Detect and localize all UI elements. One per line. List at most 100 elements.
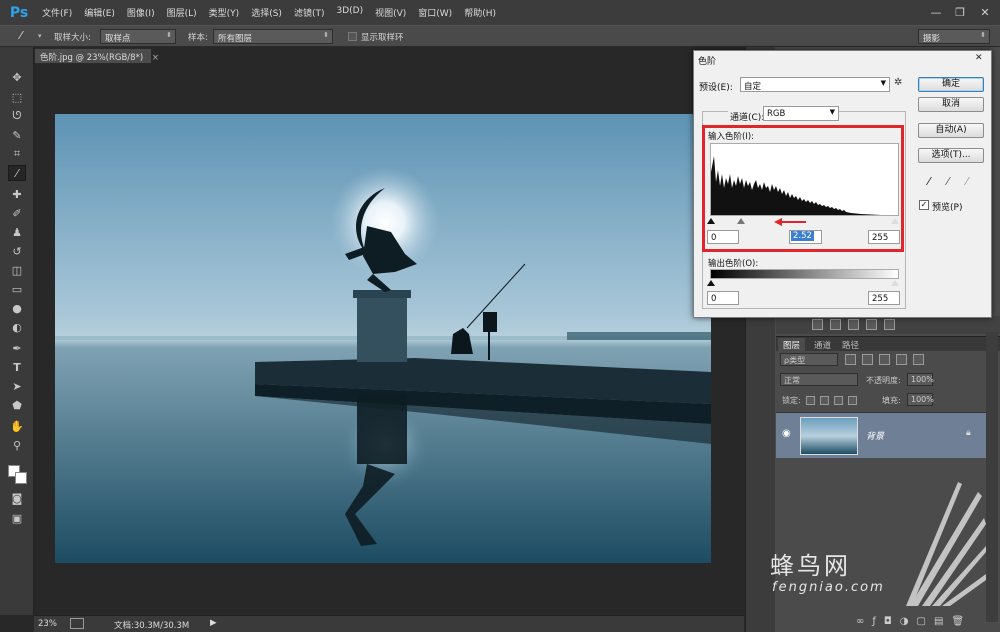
white-point-eyedropper-icon[interactable]: ⁄ — [966, 175, 968, 188]
filter-shape-icon[interactable] — [896, 354, 907, 365]
history-brush-tool-icon[interactable]: ↺ — [8, 243, 26, 259]
zoom-level[interactable]: 23% — [38, 619, 57, 629]
preset-select[interactable]: 自定 ▼ — [740, 77, 890, 92]
move-tool-icon[interactable]: ✥ — [8, 69, 26, 85]
background-color-swatch[interactable] — [15, 472, 27, 484]
menu-item-6[interactable]: 滤镜(T) — [288, 6, 331, 19]
tool-preset-chevron-icon[interactable]: ▾ — [38, 32, 42, 40]
output-white-slider[interactable] — [891, 280, 899, 286]
brush-tool-icon[interactable]: ✐ — [8, 205, 26, 221]
type-tool-icon[interactable]: T — [8, 359, 26, 375]
gray-point-eyedropper-icon[interactable]: ⁄ — [947, 175, 949, 188]
link-layers-icon[interactable]: ∞ — [856, 616, 864, 627]
shape-tool-icon[interactable]: ⬟ — [8, 397, 26, 413]
healing-brush-tool-icon[interactable]: ✚ — [8, 186, 26, 202]
filter-type-icon[interactable] — [879, 354, 890, 365]
tab-layers[interactable]: 图层 — [778, 338, 806, 352]
gradient-tool-icon[interactable]: ▭ — [8, 281, 26, 297]
eyedropper-icon[interactable]: ⁄ — [20, 29, 22, 42]
close-tab-icon[interactable]: × — [152, 53, 159, 63]
preset-options-gear-icon[interactable]: ✲ — [894, 77, 902, 88]
eyedropper-tool-icon[interactable]: ⁄ — [8, 165, 26, 181]
lock-transparent-icon[interactable] — [806, 396, 815, 405]
layer-filter-select[interactable]: ρ类型 — [780, 353, 838, 366]
blur-tool-icon[interactable]: ● — [8, 300, 26, 316]
layer-row-background[interactable]: ◉ 背景 🔒︎ — [776, 412, 986, 458]
proof-icon[interactable] — [70, 618, 84, 629]
menu-item-5[interactable]: 选择(S) — [245, 6, 288, 19]
output-white-field[interactable]: 255 — [868, 291, 900, 305]
dialog-close-icon[interactable]: ✕ — [975, 53, 983, 63]
path-select-tool-icon[interactable]: ➤ — [8, 378, 26, 394]
filter-smart-icon[interactable] — [913, 354, 924, 365]
ok-button[interactable]: 确定 — [918, 77, 984, 92]
options-button[interactable]: 选项(T)... — [918, 148, 984, 163]
dodge-tool-icon[interactable]: ◐ — [8, 319, 26, 335]
tab-channels[interactable]: 通道 — [810, 339, 835, 351]
opacity-input[interactable]: 100% — [907, 373, 934, 386]
filter-pixel-icon[interactable] — [845, 354, 856, 365]
quick-select-tool-icon[interactable]: ✎ — [8, 127, 26, 143]
adjustment-icon[interactable] — [830, 319, 841, 330]
lock-position-icon[interactable] — [834, 396, 843, 405]
input-white-field[interactable]: 255 — [868, 230, 900, 244]
input-gamma-field[interactable]: 2.52 — [789, 230, 822, 244]
marquee-tool-icon[interactable]: ⬚ — [8, 89, 26, 105]
adjustment-icon[interactable] — [884, 319, 895, 330]
document-tab[interactable]: 色阶.jpg @ 23%(RGB/8*) × — [34, 48, 159, 64]
adjustment-icon[interactable] — [812, 319, 823, 330]
blend-mode-select[interactable]: 正常 — [780, 373, 858, 386]
fill-input[interactable]: 100% — [907, 393, 934, 406]
pen-tool-icon[interactable]: ✒ — [8, 340, 26, 356]
input-black-field[interactable]: 0 — [707, 230, 739, 244]
zoom-tool-icon[interactable]: ⚲ — [8, 437, 26, 453]
sample-size-select[interactable]: 取样点 ⬍ — [100, 29, 176, 44]
output-black-slider[interactable] — [707, 280, 715, 286]
menu-item-8[interactable]: 视图(V) — [369, 6, 412, 19]
show-ring-checkbox[interactable] — [348, 32, 357, 41]
menu-item-10[interactable]: 帮助(H) — [458, 6, 502, 19]
menu-item-0[interactable]: 文件(F) — [36, 6, 78, 19]
menu-item-9[interactable]: 窗口(W) — [412, 6, 458, 19]
tab-paths[interactable]: 路径 — [838, 339, 863, 351]
output-black-field[interactable]: 0 — [707, 291, 739, 305]
lock-all-icon[interactable] — [848, 396, 857, 405]
adjustment-icon[interactable] — [848, 319, 859, 330]
clone-stamp-tool-icon[interactable]: ♟ — [8, 224, 26, 240]
workspace-select[interactable]: 摄影 ⬍ — [918, 29, 990, 44]
menu-item-7[interactable]: 3D(D) — [330, 6, 369, 19]
adjustment-icon[interactable] — [866, 319, 877, 330]
lasso-tool-icon[interactable]: ᘎ — [8, 108, 26, 124]
screen-mode-icon[interactable]: ▣ — [8, 510, 26, 526]
menu-item-3[interactable]: 图层(L) — [161, 6, 203, 19]
restore-icon[interactable]: ❐ — [947, 0, 973, 25]
channel-select[interactable]: RGB ▼ — [763, 106, 839, 121]
lock-pixels-icon[interactable] — [820, 396, 829, 405]
auto-button[interactable]: 自动(A) — [918, 123, 984, 138]
new-layer-icon[interactable]: ▤ — [934, 616, 943, 627]
filter-adjustment-icon[interactable] — [862, 354, 873, 365]
menu-item-1[interactable]: 编辑(E) — [78, 6, 121, 19]
cancel-button[interactable]: 取消 — [918, 97, 984, 112]
delete-layer-icon[interactable]: 🗑︎ — [951, 616, 964, 627]
eye-visibility-icon[interactable]: ◉ — [782, 428, 791, 439]
layer-name[interactable]: 背景 — [866, 429, 884, 442]
close-icon[interactable]: ✕ — [972, 0, 998, 25]
status-menu-arrow-icon[interactable]: ▶ — [210, 618, 217, 628]
fx-icon[interactable]: ƒ — [872, 616, 876, 627]
black-point-eyedropper-icon[interactable]: ⁄ — [928, 175, 930, 188]
sample-select[interactable]: 所有图层 ⬍ — [213, 29, 333, 44]
quick-mask-icon[interactable]: ◙ — [8, 490, 26, 506]
input-black-slider[interactable] — [707, 218, 715, 224]
minimize-icon[interactable]: — — [923, 0, 949, 25]
menu-item-4[interactable]: 类型(Y) — [203, 6, 246, 19]
hand-tool-icon[interactable]: ✋ — [8, 418, 26, 434]
input-gamma-slider[interactable] — [737, 218, 745, 224]
new-group-icon[interactable]: ▢ — [917, 616, 926, 627]
eraser-tool-icon[interactable]: ◫ — [8, 262, 26, 278]
document-image[interactable] — [55, 114, 711, 563]
new-adjustment-icon[interactable]: ◑ — [900, 616, 909, 627]
mask-icon[interactable]: ◘ — [884, 616, 892, 627]
input-white-slider[interactable] — [891, 218, 899, 224]
preview-checkbox[interactable]: ✓ — [919, 200, 929, 210]
